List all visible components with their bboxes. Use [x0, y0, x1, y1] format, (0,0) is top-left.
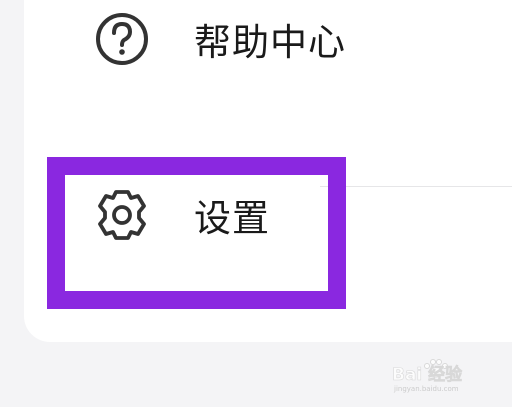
divider: [320, 186, 512, 187]
menu-item-help-center[interactable]: 帮助中心: [24, 0, 512, 104]
gear-icon: [90, 183, 154, 247]
menu-card: 帮助中心 设置: [24, 0, 512, 342]
baidu-jingyan-watermark: Bai 经验 jingyan.baidu.com: [390, 354, 500, 394]
menu-item-label: 设置: [194, 197, 270, 240]
screen: 帮助中心 设置 Bai 经验 jingyan.baidu.com: [0, 0, 512, 407]
help-circle-icon: [90, 7, 154, 71]
menu-item-settings[interactable]: 设置: [24, 150, 512, 280]
watermark-text: Bai 经验: [392, 364, 463, 385]
watermark-subtext: jingyan.baidu.com: [393, 385, 459, 393]
menu-item-label: 帮助中心: [194, 21, 346, 64]
